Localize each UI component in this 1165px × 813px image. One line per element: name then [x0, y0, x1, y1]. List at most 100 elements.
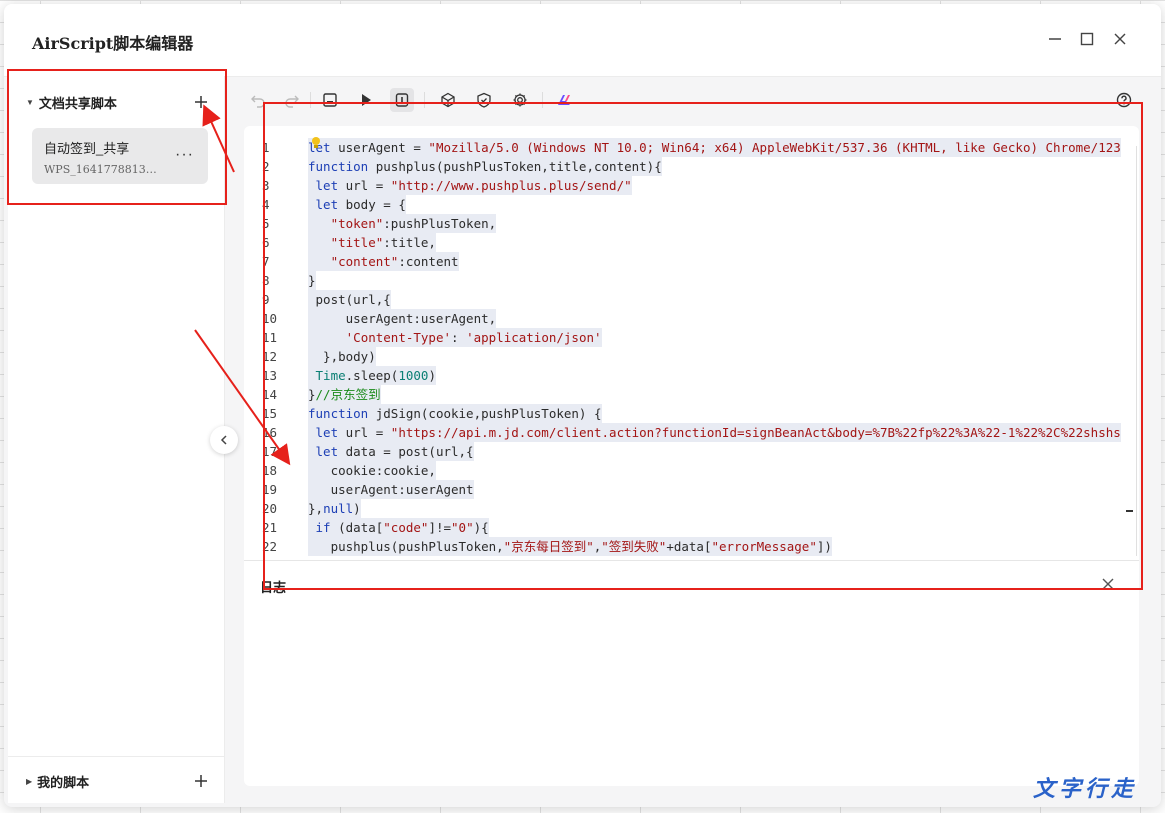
undo-button[interactable] [246, 88, 270, 112]
log-panel-header: 日志 [244, 560, 1139, 601]
line-number: 16 [262, 425, 278, 440]
code-text: userAgent:userAgent [308, 480, 474, 499]
close-icon [1102, 578, 1114, 590]
ai-assistant-button[interactable] [552, 88, 576, 112]
maximize-button[interactable] [1078, 30, 1096, 48]
line-number: 17 [262, 444, 278, 459]
script-item[interactable]: 自动签到_共享 WPS_1641778813更新于… ··· [32, 128, 208, 184]
toolbar-separator [424, 92, 425, 108]
help-button[interactable] [1112, 88, 1136, 112]
log-title: 日志 [260, 580, 287, 595]
line-number: 14 [262, 387, 278, 402]
line-number: 13 [262, 368, 278, 383]
redo-icon [285, 95, 299, 108]
help-icon [1116, 92, 1132, 108]
code-text: } [308, 271, 316, 290]
save-button[interactable] [318, 88, 342, 112]
more-options-icon[interactable]: ··· [175, 146, 194, 164]
line-number: 11 [262, 330, 278, 345]
line-number: 3 [262, 178, 270, 193]
line-number: 7 [262, 254, 270, 269]
code-text: Time.sleep(1000) [308, 366, 436, 385]
line-number: 12 [262, 349, 278, 364]
play-icon [362, 94, 371, 106]
collapse-sidebar-button[interactable] [210, 426, 238, 454]
save-icon [323, 93, 337, 107]
minimize-icon [1049, 38, 1061, 40]
debug-button[interactable] [390, 88, 414, 112]
script-editor-dialog: AirScript脚本编辑器 ▼ 文档共享脚本 自动签到_共享 WPS_1641… [4, 4, 1161, 807]
code-text: "content":content [308, 252, 459, 271]
minimize-button[interactable] [1046, 30, 1064, 48]
run-button[interactable] [354, 88, 378, 112]
caret-right-icon: ▶ [26, 776, 33, 786]
add-my-script-button[interactable] [192, 772, 210, 790]
code-text: 'Content-Type': 'application/json' [308, 328, 602, 347]
code-text: },null) [308, 499, 361, 518]
code-text: let data = post(url,{ [308, 442, 474, 461]
line-number: 19 [262, 482, 278, 497]
toolbar-separator [542, 92, 543, 108]
undo-icon [251, 95, 265, 108]
editor-scroll-guide [1136, 146, 1137, 556]
code-text: if (data["code"]!="0"){ [308, 518, 489, 537]
line-number: 9 [262, 292, 270, 307]
package-button[interactable] [436, 88, 460, 112]
lightbulb-icon[interactable] [310, 136, 322, 150]
editor-scroll-marker [1126, 510, 1133, 512]
close-window-button[interactable] [1111, 30, 1129, 48]
code-text: let url = "https://api.m.jd.com/client.a… [308, 423, 1121, 442]
code-text: function jdSign(cookie,pushPlusToken) { [308, 404, 602, 423]
line-number: 15 [262, 406, 278, 421]
line-number: 22 [262, 539, 278, 554]
plus-icon [195, 96, 207, 108]
title-bar: AirScript脚本编辑器 [4, 4, 1161, 77]
ai-logo-icon [558, 95, 570, 105]
code-text: "title":title, [308, 233, 436, 252]
line-number: 6 [262, 235, 270, 250]
redo-button[interactable] [280, 88, 304, 112]
code-editor[interactable]: 1 let userAgent = "Mozilla/5.0 (Windows N… [244, 126, 1139, 560]
code-text: pushplus(pushPlusToken,"京东每日签到","签到失败"+d… [308, 537, 832, 556]
permission-button[interactable] [472, 88, 496, 112]
code-text: let body = { [308, 195, 406, 214]
code-text: }//京东签到 [308, 385, 381, 404]
watermark: 文字行走 [1032, 776, 1137, 802]
code-text: "token":pushPlusToken, [308, 214, 497, 233]
line-number: 20 [262, 501, 278, 516]
shared-scripts-section[interactable]: ▼ 文档共享脚本 [26, 92, 117, 112]
editor-panel: 1 let userAgent = "Mozilla/5.0 (Windows N… [244, 126, 1139, 786]
code-text: let url = "http://www.pushplus.plus/send… [308, 176, 632, 195]
log-output [244, 600, 1139, 786]
cube-icon [441, 92, 455, 108]
line-number: 21 [262, 520, 278, 535]
my-scripts-label: 我的脚本 [37, 774, 90, 790]
window-title: AirScript脚本编辑器 [32, 34, 194, 53]
gear-icon [513, 93, 527, 107]
code-text: },body) [308, 347, 376, 366]
close-icon [1114, 33, 1126, 45]
my-scripts-section[interactable]: ▶ 我的脚本 [26, 771, 89, 791]
plus-icon [195, 775, 207, 787]
close-log-button[interactable] [1101, 577, 1115, 591]
code-text: userAgent:userAgent, [308, 309, 497, 328]
chevron-left-icon [220, 435, 227, 445]
debug-icon [395, 93, 409, 107]
line-number: 8 [262, 273, 270, 288]
toolbar-separator [310, 92, 311, 108]
settings-button[interactable] [508, 88, 532, 112]
line-number: 10 [262, 311, 278, 326]
add-shared-script-button[interactable] [192, 93, 210, 111]
caret-down-icon: ▼ [26, 97, 34, 107]
code-text: cookie:cookie, [308, 461, 436, 480]
code-text: post(url,{ [308, 290, 391, 309]
line-number: 2 [262, 159, 270, 174]
line-number: 4 [262, 197, 270, 212]
maximize-icon [1080, 32, 1094, 46]
script-meta: WPS_1641778813更新于… [44, 163, 164, 176]
script-name: 自动签到_共享 [44, 141, 130, 156]
code-text: let userAgent = "Mozilla/5.0 (Windows NT… [308, 138, 1121, 157]
shield-icon [477, 92, 491, 108]
sidebar-divider [8, 756, 224, 757]
shared-scripts-label: 文档共享脚本 [38, 95, 117, 111]
